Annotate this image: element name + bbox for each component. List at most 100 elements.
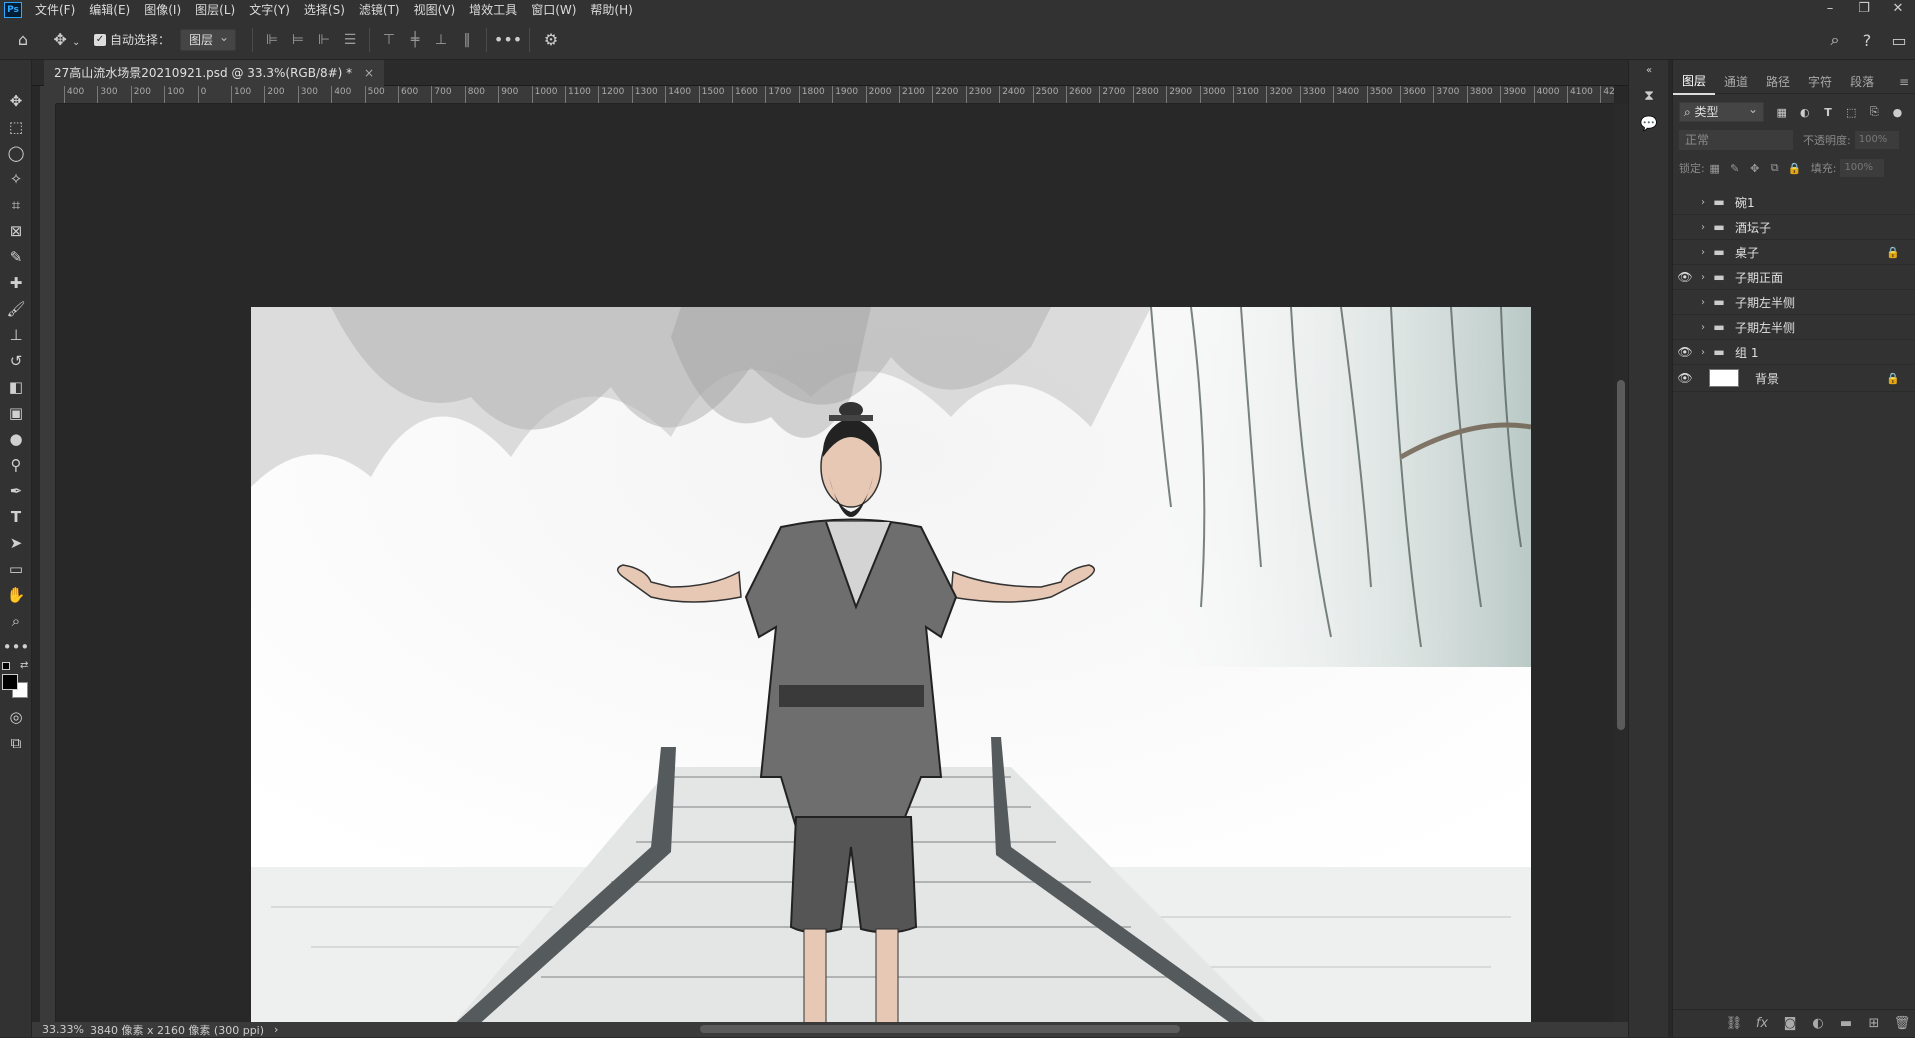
eraser-tool-icon[interactable]: ◧ (0, 374, 32, 400)
menu-file[interactable]: 文件(F) (28, 0, 82, 20)
stamp-tool-icon[interactable]: ⊥ (0, 322, 32, 348)
minimize-icon[interactable]: – (1813, 0, 1847, 20)
vertical-scroll-thumb[interactable] (1617, 380, 1625, 730)
lock-transparency-icon[interactable]: ▦ (1705, 162, 1725, 175)
lock-artboard-icon[interactable]: ⧉ (1765, 161, 1785, 175)
brush-tool-icon[interactable]: 🖌 (0, 296, 32, 322)
lock-all-icon[interactable]: 🔒 (1785, 162, 1805, 175)
auto-select-checkbox[interactable]: ✓ (94, 33, 106, 46)
align-center-h-icon[interactable]: ⊨ (285, 32, 311, 48)
align-bottom-icon[interactable]: ⊥ (428, 32, 454, 48)
filter-pixel-icon[interactable]: ▦ (1770, 106, 1793, 119)
default-colors-icon[interactable] (2, 662, 10, 670)
vertical-scrollbar[interactable] (1614, 104, 1628, 1022)
expand-group-icon[interactable]: › (1697, 322, 1709, 333)
vertical-ruler[interactable] (40, 104, 56, 1022)
visibility-toggle-icon[interactable]: 👁 (1673, 345, 1697, 359)
layer-row-background[interactable]: 👁 背景 🔒 (1673, 365, 1915, 392)
align-middle-icon[interactable]: ╪ (402, 32, 428, 48)
layer-row[interactable]: 👁 › ▬ 碗1 (1673, 190, 1915, 215)
menu-layer[interactable]: 图层(L) (188, 0, 242, 20)
add-mask-icon[interactable]: ◙ (1776, 1016, 1804, 1031)
visibility-toggle-icon[interactable]: 👁 (1673, 320, 1697, 334)
adjustment-layer-icon[interactable]: ◐ (1804, 1016, 1832, 1031)
menu-view[interactable]: 视图(V) (407, 0, 463, 20)
status-arrow-icon[interactable]: › (274, 1023, 278, 1036)
marquee-tool-icon[interactable]: ⬚ (0, 114, 32, 140)
tab-character[interactable]: 字符 (1799, 70, 1841, 94)
menu-window[interactable]: 窗口(W) (524, 0, 583, 20)
align-right-icon[interactable]: ⊩ (311, 32, 337, 48)
canvas-area[interactable] (56, 104, 1614, 1027)
menu-image[interactable]: 图像(I) (137, 0, 188, 20)
filter-toggle-icon[interactable]: ● (1886, 106, 1909, 119)
horizontal-ruler[interactable]: 400 300 200 100 0 100 200 300 400 500 600 700 800 900… (56, 86, 1614, 104)
move-tool-icon[interactable]: ✥ (0, 88, 32, 114)
more-tools-icon[interactable]: ••• (0, 634, 32, 660)
layer-row[interactable]: 👁 › ▬ 酒坛子 (1673, 215, 1915, 240)
align-left-icon[interactable]: ⊫ (259, 32, 285, 48)
workspace-icon[interactable]: ▭ (1883, 31, 1915, 50)
expand-group-icon[interactable]: › (1697, 222, 1709, 233)
layer-row[interactable]: 👁 › ▬ 子期左半侧 (1673, 315, 1915, 340)
tab-layers[interactable]: 图层 (1673, 69, 1716, 95)
auto-select-dropdown[interactable]: 图层 (180, 27, 237, 51)
move-tool-preset-icon[interactable]: ✥ ⌄ (46, 30, 88, 49)
home-icon[interactable]: ⌂ (0, 30, 46, 49)
tab-paths[interactable]: 路径 (1757, 70, 1799, 94)
expand-group-icon[interactable]: › (1697, 197, 1709, 208)
blur-tool-icon[interactable]: ● (0, 426, 32, 452)
blend-mode-dropdown[interactable]: 正常 (1679, 130, 1793, 150)
help-icon[interactable]: ? (1851, 31, 1883, 50)
comments-panel-icon[interactable]: 💬 (1629, 110, 1669, 138)
panel-menu-icon[interactable]: ≡ (1899, 75, 1909, 89)
path-selection-tool-icon[interactable]: ➤ (0, 530, 32, 556)
delete-layer-icon[interactable]: 🗑 (1888, 1016, 1915, 1031)
rectangle-tool-icon[interactable]: ▭ (0, 556, 32, 582)
healing-brush-tool-icon[interactable]: ✚ (0, 270, 32, 296)
zoom-tool-icon[interactable]: ⌕ (0, 608, 32, 634)
visibility-toggle-icon[interactable]: 👁 (1673, 195, 1697, 209)
menu-help[interactable]: 帮助(H) (583, 0, 639, 20)
horizontal-scroll-thumb[interactable] (700, 1025, 1180, 1033)
more-options-icon[interactable]: ••• (493, 30, 523, 49)
layer-row[interactable]: 👁 › ▬ 子期正面 (1673, 265, 1915, 290)
tab-paragraph[interactable]: 段落 (1841, 70, 1883, 94)
history-panel-icon[interactable]: ⧗ (1629, 82, 1669, 110)
opacity-input[interactable]: 100% (1854, 131, 1899, 149)
type-tool-icon[interactable]: T (0, 504, 32, 530)
link-layers-icon[interactable]: ⛓ (1720, 1016, 1748, 1031)
layer-filter-dropdown[interactable]: ⌕ 类型 (1679, 100, 1765, 122)
menu-plugins[interactable]: 增效工具 (462, 0, 524, 20)
panel-collapse-icon[interactable]: « (1629, 60, 1669, 82)
expand-group-icon[interactable]: › (1697, 297, 1709, 308)
crop-tool-icon[interactable]: ⌗ (0, 192, 32, 218)
frame-tool-icon[interactable]: ⊠ (0, 218, 32, 244)
new-group-icon[interactable]: ▬ (1832, 1016, 1860, 1031)
align-top-icon[interactable]: ⊤ (376, 32, 402, 48)
fill-input[interactable]: 100% (1840, 159, 1885, 177)
eyedropper-tool-icon[interactable]: ✎ (0, 244, 32, 270)
history-brush-tool-icon[interactable]: ↺ (0, 348, 32, 374)
foreground-color-swatch[interactable] (2, 674, 18, 690)
new-layer-icon[interactable]: ⊞ (1860, 1016, 1888, 1031)
filter-adjustment-icon[interactable]: ◐ (1793, 106, 1816, 119)
lock-position-icon[interactable]: ✥ (1745, 162, 1765, 175)
menu-select[interactable]: 选择(S) (297, 0, 352, 20)
close-window-icon[interactable]: ✕ (1881, 0, 1915, 20)
layer-row[interactable]: 👁 › ▬ 子期左半侧 (1673, 290, 1915, 315)
gear-icon[interactable]: ⚙ (536, 30, 566, 49)
screen-mode-icon[interactable]: ⧉ (0, 730, 32, 756)
pen-tool-icon[interactable]: ✒ (0, 478, 32, 504)
quick-mask-icon[interactable]: ◎ (0, 704, 32, 730)
distribute-horizontal-icon[interactable]: ‖ (454, 32, 480, 48)
expand-group-icon[interactable]: › (1697, 272, 1709, 283)
document-canvas[interactable] (251, 307, 1531, 1027)
restore-icon[interactable]: ❐ (1847, 0, 1881, 20)
distribute-vertical-icon[interactable]: ☰ (337, 32, 363, 48)
lock-pixels-icon[interactable]: ✎ (1725, 162, 1745, 175)
search-icon[interactable]: ⌕ (1819, 30, 1851, 50)
expand-group-icon[interactable]: › (1697, 247, 1709, 258)
visibility-toggle-icon[interactable]: 👁 (1673, 371, 1697, 385)
filter-shape-icon[interactable]: ⬚ (1840, 106, 1863, 119)
